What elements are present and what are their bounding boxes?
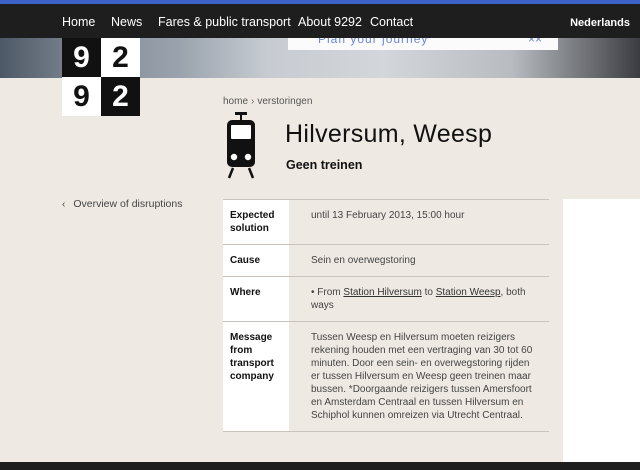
table-row: Expected solution until 13 February 2013… (223, 199, 549, 245)
right-side-panel (563, 199, 640, 462)
overview-of-disruptions-link[interactable]: ‹ Overview of disruptions (62, 198, 182, 210)
where-prefix: From (317, 287, 341, 298)
breadcrumb-current: verstoringen (257, 96, 313, 107)
nav-fares[interactable]: Fares & public transport (158, 15, 291, 29)
where-to-word: to (424, 287, 433, 298)
back-link-label: Overview of disruptions (73, 198, 183, 210)
footer-bar (0, 462, 640, 470)
train-icon (227, 112, 255, 179)
breadcrumb-home[interactable]: home (223, 96, 248, 107)
logo-digit: 2 (101, 77, 140, 116)
station-weesp-link[interactable]: Station Weesp (436, 287, 501, 298)
nav-contact[interactable]: Contact (370, 15, 413, 29)
breadcrumb: home › verstoringen (223, 96, 312, 107)
main-navigation: Home News Fares & public transport About… (0, 4, 640, 38)
row-label: Expected solution (223, 199, 289, 245)
nav-about[interactable]: About 9292 (298, 15, 362, 29)
chevron-left-icon: ‹ (62, 199, 66, 210)
journey-planner-label: Plan your journey (318, 38, 429, 46)
logo-digit: 9 (62, 77, 101, 116)
journey-planner-mark: ×× (528, 38, 543, 46)
row-label: Where (223, 276, 289, 322)
row-value: Sein en overwegstoring (289, 244, 549, 277)
station-hilversum-link[interactable]: Station Hilversum (343, 287, 421, 298)
logo-digit: 2 (101, 38, 140, 77)
nav-news[interactable]: News (111, 15, 142, 29)
table-row: Message from transport company Tussen We… (223, 321, 549, 432)
page-subtitle: Geen treinen (286, 158, 363, 172)
nav-home[interactable]: Home (62, 15, 95, 29)
row-value: Tussen Weesp en Hilversum moeten reizige… (289, 321, 549, 432)
disruption-details-table: Expected solution until 13 February 2013… (223, 199, 549, 432)
language-switch[interactable]: Nederlands (570, 17, 630, 29)
bullet-icon: • (311, 287, 315, 298)
row-value: until 13 February 2013, 15:00 hour (289, 199, 549, 245)
row-label: Message from transport company (223, 321, 289, 432)
journey-planner-card[interactable]: Plan your journey ×× (288, 38, 558, 50)
row-value: • From Station Hilversum to Station Wees… (289, 276, 549, 322)
table-row: Cause Sein en overwegstoring (223, 244, 549, 277)
logo-digit: 9 (62, 38, 101, 77)
page-title: Hilversum, Weesp (285, 120, 493, 148)
breadcrumb-separator: › (251, 96, 255, 107)
table-row: Where • From Station Hilversum to Statio… (223, 276, 549, 322)
logo-9292[interactable]: 9 2 9 2 (62, 38, 140, 116)
row-label: Cause (223, 244, 289, 277)
